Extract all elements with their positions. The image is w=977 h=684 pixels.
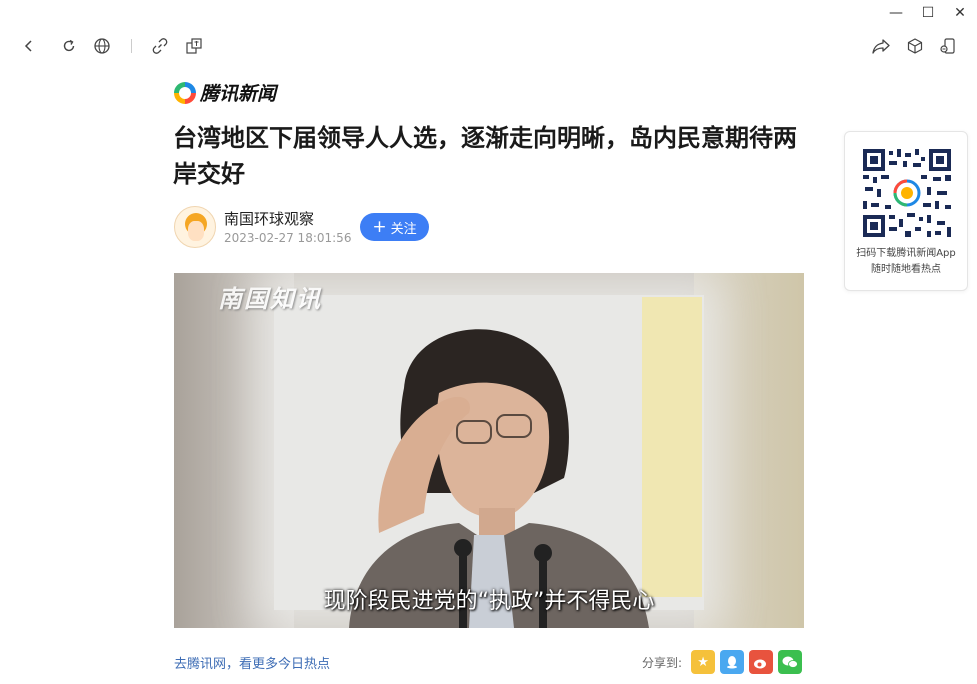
- app-download-card: 扫码下载腾讯新闻App 随时随地看热点: [844, 131, 968, 291]
- author-info: 南国环球观察 2023-02-27 18:01:56: [224, 209, 351, 246]
- maximize-button[interactable]: ☐: [919, 4, 937, 22]
- qr-code: [861, 147, 953, 239]
- author-block: 南国环球观察 2023-02-27 18:01:56: [174, 206, 351, 248]
- author-avatar[interactable]: [174, 206, 216, 248]
- qr-caption: 扫码下载腾讯新闻App 随时随地看热点: [845, 246, 967, 278]
- tencent-news-logo-icon: [174, 81, 196, 104]
- brand-logo[interactable]: 腾讯新闻: [174, 79, 276, 106]
- weibo-icon[interactable]: [749, 650, 774, 674]
- translate-icon[interactable]: [182, 34, 206, 58]
- publish-time: 2023-02-27 18:01:56: [224, 230, 352, 245]
- article-image: 南国知讯 现阶段民进党的“执政”并不得民心: [174, 273, 804, 628]
- follow-button[interactable]: + 关注: [360, 213, 429, 241]
- cube-icon[interactable]: [903, 34, 927, 58]
- wechat-icon[interactable]: [778, 650, 803, 674]
- minimize-button[interactable]: —: [887, 4, 905, 22]
- brand-name: 腾讯新闻: [200, 83, 277, 105]
- image-background-right: [694, 273, 804, 628]
- globe-icon[interactable]: [90, 34, 114, 58]
- image-caption: 现阶段民进党的“执政”并不得民心: [323, 589, 655, 614]
- more-news-link[interactable]: 去腾讯网，看更多今日热点: [174, 653, 330, 672]
- article-title: 台湾地区下届领导人人选，逐渐走向明晰，岛内民意期待两岸交好: [173, 124, 797, 188]
- author-name[interactable]: 南国环球观察: [224, 209, 351, 229]
- person-silhouette: [349, 329, 649, 628]
- close-button[interactable]: ✕: [951, 4, 969, 22]
- phone-icon[interactable]: [936, 34, 960, 58]
- follow-label: 关注: [390, 221, 417, 237]
- share-icon[interactable]: [869, 34, 893, 58]
- share-bar: 分享到: ★: [642, 650, 803, 674]
- window-controls: — ☐ ✕: [887, 4, 969, 22]
- qq-zone-icon[interactable]: ★: [691, 650, 716, 674]
- image-watermark: 南国知讯: [218, 285, 322, 313]
- qq-icon[interactable]: [720, 650, 745, 674]
- qr-caption-line2: 随时随地看热点: [871, 264, 941, 275]
- refresh-icon[interactable]: [57, 34, 81, 58]
- plus-icon: +: [372, 216, 387, 237]
- browser-toolbar: [0, 30, 977, 62]
- qr-caption-line1: 扫码下载腾讯新闻App: [856, 248, 956, 259]
- toolbar-separator: [131, 39, 132, 53]
- back-icon[interactable]: [17, 34, 41, 58]
- link-icon[interactable]: [148, 34, 172, 58]
- share-label: 分享到:: [642, 655, 683, 670]
